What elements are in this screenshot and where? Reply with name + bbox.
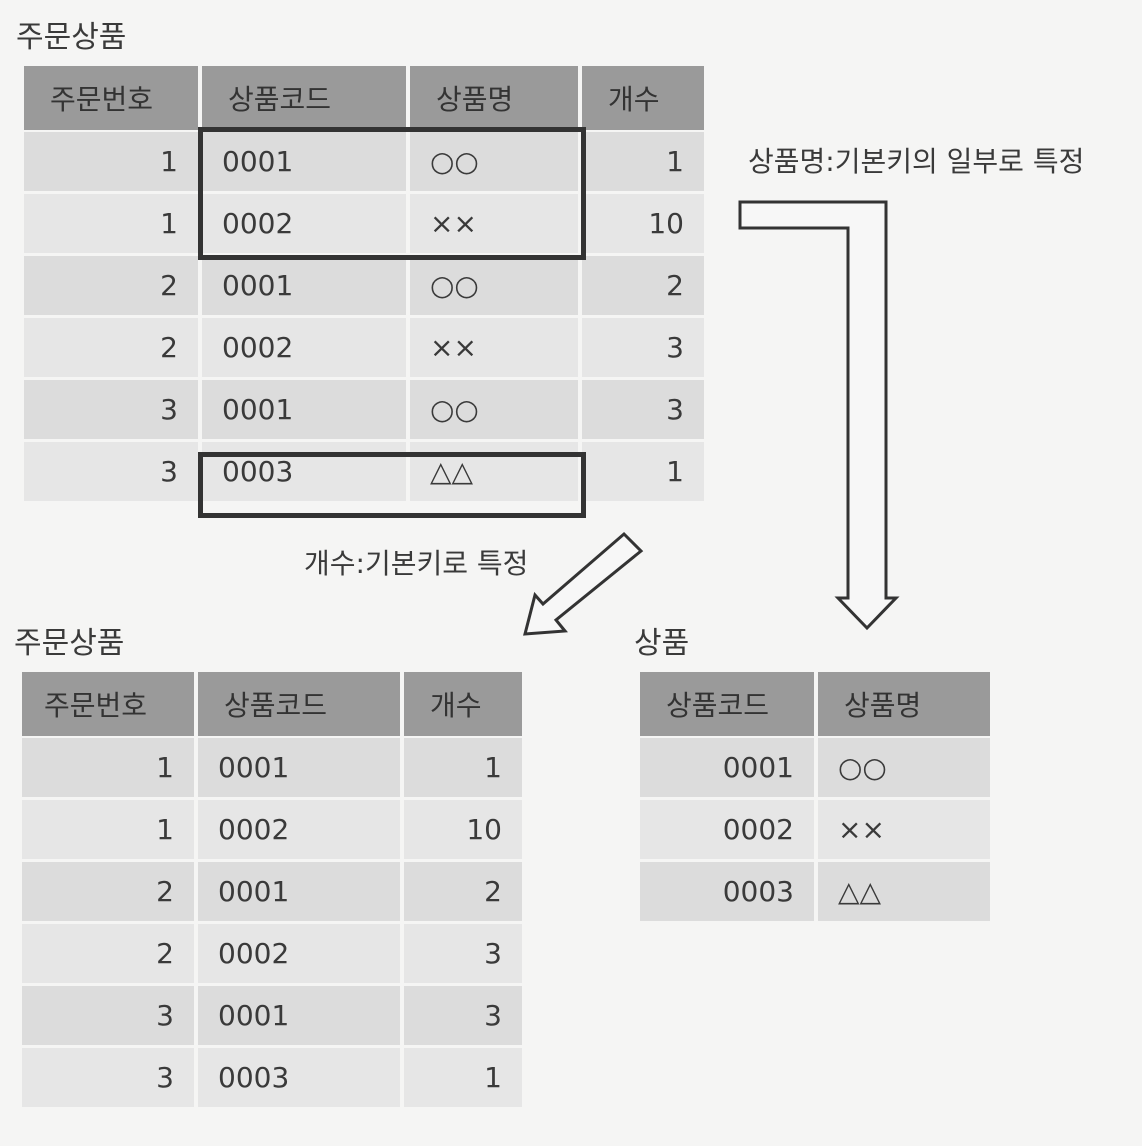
orders-after-caption: 주문상품 <box>14 626 125 661</box>
cell-quantity: 3 <box>404 924 522 986</box>
cell-quantity: 10 <box>404 800 522 862</box>
table-row: 0002 ×× <box>640 800 990 862</box>
cell-product-code: 0002 <box>198 924 404 986</box>
cell-product-name: △△ <box>818 862 990 924</box>
table-header-row: 상품코드 상품명 <box>640 672 990 738</box>
cell-quantity: 1 <box>404 738 522 800</box>
cell-quantity: 1 <box>404 1048 522 1110</box>
table-row: 2 0001 2 <box>22 862 522 924</box>
cell-product-code: 0001 <box>198 862 404 924</box>
cell-product-code: 0003 <box>198 1048 404 1110</box>
cell-quantity: 2 <box>404 862 522 924</box>
table-header-row: 주문번호 상품코드 개수 <box>22 672 522 738</box>
header-product-code: 상품코드 <box>640 672 818 738</box>
products-table: 상품코드 상품명 0001 ○○ 0002 ×× 0003 △△ <box>640 672 990 924</box>
products-caption: 상품 <box>634 626 690 661</box>
header-product-code: 상품코드 <box>198 672 404 738</box>
cell-product-code: 0001 <box>198 986 404 1048</box>
cell-product-name: ○○ <box>818 738 990 800</box>
table-row: 1 0001 1 <box>22 738 522 800</box>
table-row: 1 0002 10 <box>22 800 522 862</box>
table-row: 0003 △△ <box>640 862 990 924</box>
cell-product-name: ×× <box>818 800 990 862</box>
table-row: 3 0003 1 <box>22 1048 522 1110</box>
right-down-arrow <box>738 200 900 631</box>
cell-product-code: 0002 <box>198 800 404 862</box>
cell-order-no: 1 <box>22 738 198 800</box>
table-row: 2 0002 3 <box>22 924 522 986</box>
header-order-no: 주문번호 <box>22 672 198 738</box>
header-product-name: 상품명 <box>818 672 990 738</box>
table-row: 3 0001 3 <box>22 986 522 1048</box>
left-down-arrow <box>523 531 644 636</box>
cell-product-code: 0001 <box>640 738 818 800</box>
cell-product-code: 0003 <box>640 862 818 924</box>
cell-product-code: 0002 <box>640 800 818 862</box>
cell-order-no: 3 <box>22 1048 198 1110</box>
cell-order-no: 2 <box>22 862 198 924</box>
cell-order-no: 1 <box>22 800 198 862</box>
cell-quantity: 3 <box>404 986 522 1048</box>
orders-after-table: 주문번호 상품코드 개수 1 0001 1 1 0002 10 2 0001 2… <box>22 672 522 1110</box>
header-quantity: 개수 <box>404 672 522 738</box>
cell-order-no: 2 <box>22 924 198 986</box>
table-row: 0001 ○○ <box>640 738 990 800</box>
cell-order-no: 3 <box>22 986 198 1048</box>
cell-product-code: 0001 <box>198 738 404 800</box>
